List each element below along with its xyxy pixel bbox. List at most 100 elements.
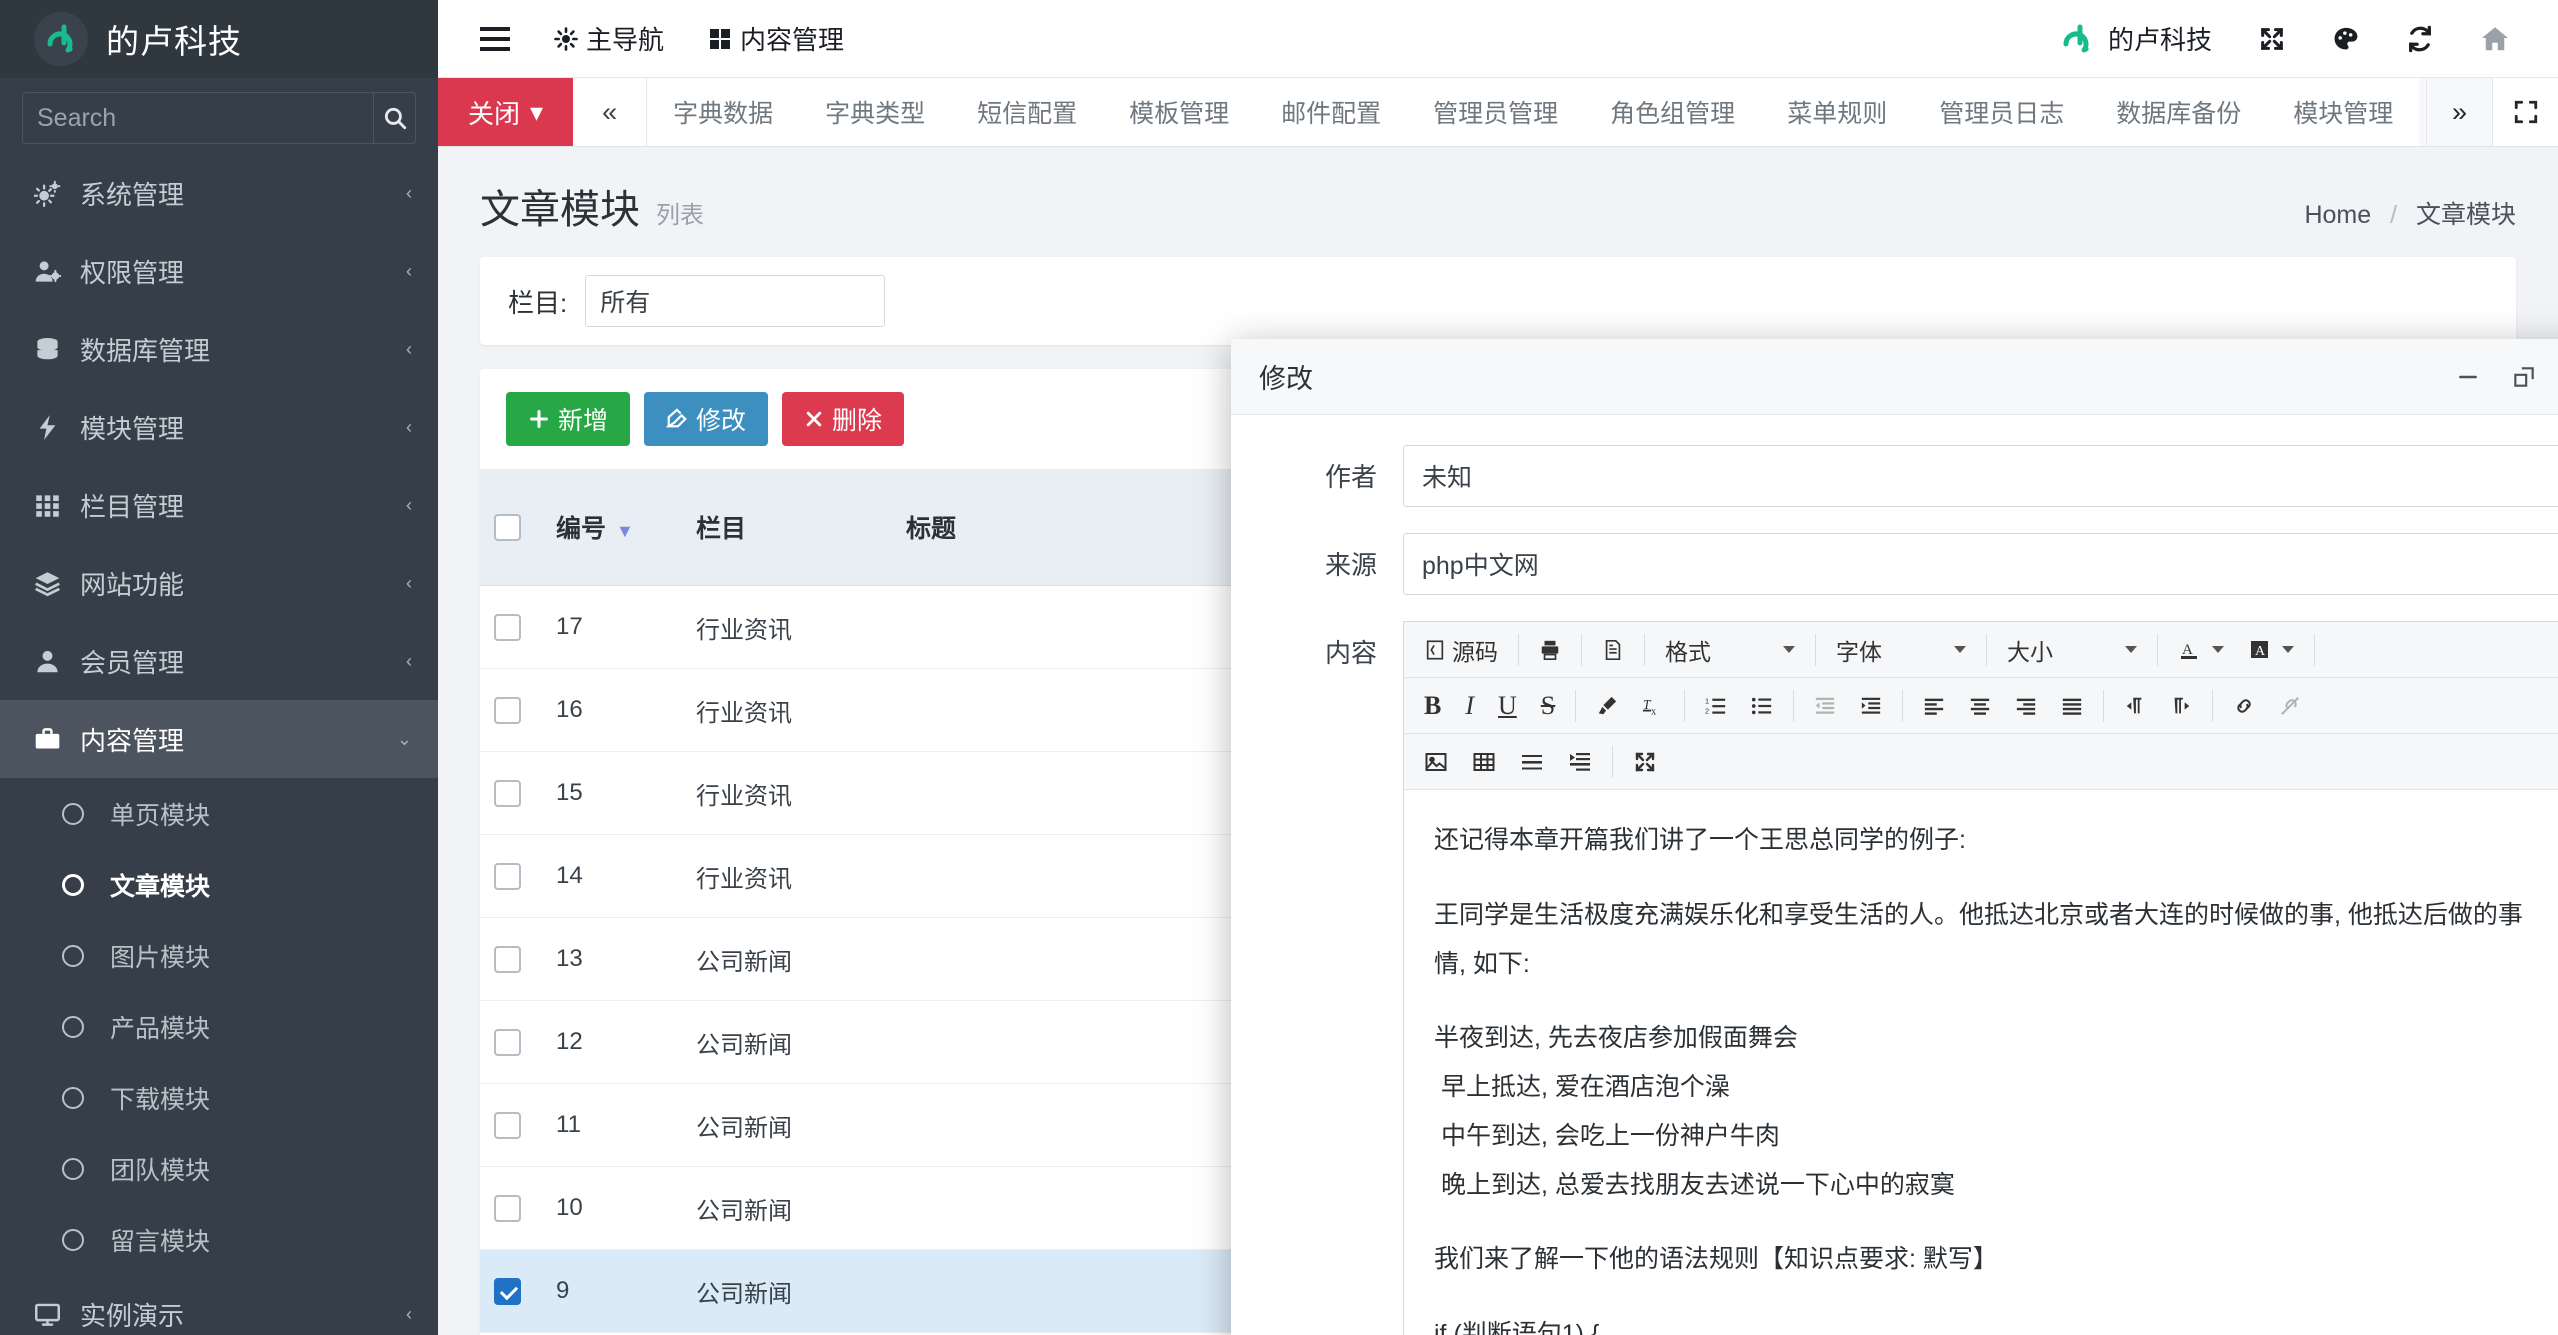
delete-button-label: 删除 (832, 407, 883, 435)
tab-item[interactable]: 字典数据 (647, 78, 800, 146)
breadcrumb-home[interactable]: Home (2304, 201, 2371, 229)
sidebar-subitem-label: 文章模块 (110, 872, 211, 901)
refresh-icon[interactable] (2406, 25, 2434, 53)
rtl-button[interactable] (2114, 684, 2156, 728)
bg-color-button[interactable]: A (2238, 628, 2304, 672)
tab-item[interactable]: 模块管理 (2267, 78, 2420, 146)
sidebar-item-content[interactable]: 内容管理 ⌄ (0, 700, 438, 778)
sidebar-item-website[interactable]: 网站功能 ‹ (0, 544, 438, 622)
add-button[interactable]: 新增 (506, 392, 631, 446)
col-id[interactable]: 编号 ▼ (542, 469, 682, 586)
image-button[interactable] (1414, 740, 1458, 784)
sidebar-subitem-image[interactable]: 图片模块 (0, 920, 438, 991)
text-color-button[interactable]: A (2168, 628, 2234, 672)
editor-content[interactable]: 还记得本章开篇我们讲了一个王思总同学的例子: 王同学是生活极度充满娱乐化和享受生… (1404, 790, 2558, 1335)
sidebar-subitem-team[interactable]: 团队模块 (0, 1133, 438, 1204)
table-button[interactable] (1462, 740, 1506, 784)
template-button[interactable] (1592, 628, 1634, 672)
bold-button[interactable]: B (1414, 684, 1451, 728)
tab-prev-button[interactable]: « (573, 78, 648, 146)
pagebreak-button[interactable] (1558, 740, 1602, 784)
delete-button[interactable]: 删除 (782, 392, 905, 446)
indent-button[interactable] (1850, 684, 1892, 728)
row-checkbox[interactable] (494, 1029, 521, 1057)
align-right-button[interactable] (2005, 684, 2047, 728)
tab-next-button[interactable]: » (2426, 78, 2492, 146)
paintbrush-button[interactable] (1586, 684, 1628, 728)
search-button[interactable] (373, 93, 415, 143)
strikethrough-button[interactable]: S (1531, 684, 1565, 728)
row-checkbox[interactable] (494, 1195, 521, 1223)
sidebar-item-module[interactable]: 模块管理 ‹ (0, 388, 438, 466)
row-checkbox[interactable] (494, 614, 521, 642)
sidebar-subitem-single-page[interactable]: 单页模块 (0, 778, 438, 849)
align-left-button[interactable] (1913, 684, 1955, 728)
sidebar-subitem-product[interactable]: 产品模块 (0, 991, 438, 1062)
link-button[interactable] (2223, 684, 2265, 728)
row-checkbox[interactable] (494, 946, 521, 974)
source-button[interactable]: 源码 (1414, 628, 1508, 672)
header-nav-main[interactable]: 主导航 (554, 20, 664, 57)
row-checkbox[interactable] (494, 863, 521, 891)
hr-button[interactable] (1510, 740, 1554, 784)
header-brand[interactable]: 的卢科技 (2060, 20, 2212, 57)
cell-column: 行业资讯 (682, 668, 892, 752)
col-column[interactable]: 栏目 (682, 469, 892, 586)
tab-item[interactable]: 数据库备份 (2090, 78, 2268, 146)
sidebar-item-permission[interactable]: 权限管理 ‹ (0, 232, 438, 310)
row-checkbox[interactable] (494, 1278, 521, 1306)
sidebar-subitem-message[interactable]: 留言模块 (0, 1204, 438, 1275)
tab-item[interactable]: 短信配置 (951, 78, 1104, 146)
tab-item[interactable]: 管理员管理 (1407, 78, 1585, 146)
tab-item[interactable]: 模板管理 (1103, 78, 1256, 146)
sidebar-subitem-download[interactable]: 下载模块 (0, 1062, 438, 1133)
tab-item[interactable]: 管理员日志 (1913, 78, 2091, 146)
palette-icon[interactable] (2332, 25, 2360, 53)
sidebar-item-column[interactable]: 栏目管理 ‹ (0, 466, 438, 544)
image-icon (1424, 750, 1448, 774)
maximize-icon[interactable] (2511, 364, 2537, 390)
sidebar-subitem-article[interactable]: 文章模块 (0, 849, 438, 920)
tab-item[interactable]: 邮件配置 (1255, 78, 1408, 146)
sidebar-item-system[interactable]: 系统管理 ‹ (0, 154, 438, 232)
font-select[interactable]: 字体 (1826, 628, 1976, 672)
outdent-button[interactable] (1804, 684, 1846, 728)
remove-format-button[interactable]: Tx (1632, 684, 1674, 728)
row-checkbox[interactable] (494, 780, 521, 808)
sidebar-item-demo[interactable]: 实例演示 ‹ (0, 1275, 438, 1335)
header-nav-content[interactable]: 内容管理 (708, 20, 844, 57)
row-checkbox[interactable] (494, 1112, 521, 1140)
home-icon[interactable] (2480, 24, 2510, 54)
tab-item[interactable]: 角色组管理 (1584, 78, 1762, 146)
tab-fullscreen-button[interactable] (2492, 78, 2558, 146)
row-checkbox[interactable] (494, 697, 521, 725)
tab-item[interactable]: 菜单规则 (1761, 78, 1914, 146)
align-center-button[interactable] (1959, 684, 2001, 728)
search-input[interactable] (23, 93, 373, 143)
sidebar-item-database[interactable]: 数据库管理 ‹ (0, 310, 438, 388)
print-button[interactable] (1529, 628, 1571, 672)
underline-button[interactable]: U (1488, 684, 1527, 728)
minimize-icon[interactable] (2455, 364, 2481, 390)
expand-icon[interactable] (2258, 25, 2286, 53)
bullet-list-button[interactable] (1741, 684, 1783, 728)
ltr-button[interactable] (2160, 684, 2202, 728)
ordered-list-button[interactable]: 12 (1695, 684, 1737, 728)
size-select[interactable]: 大小 (1997, 628, 2147, 672)
source-field[interactable]: php中文网 (1403, 533, 2558, 595)
select-all-checkbox[interactable] (494, 514, 521, 542)
column-filter-select[interactable]: 所有 (585, 275, 886, 327)
format-select[interactable]: 格式 (1655, 628, 1805, 672)
maximize-editor-button[interactable] (1623, 740, 1667, 784)
author-field[interactable]: 未知 (1403, 445, 2558, 507)
sidebar-brand[interactable]: 的卢科技 (0, 0, 438, 78)
italic-button[interactable]: I (1455, 684, 1484, 728)
align-justify-button[interactable] (2051, 684, 2093, 728)
cell-id: 13 (542, 917, 682, 1001)
sidebar-item-member[interactable]: 会员管理 ‹ (0, 622, 438, 700)
modify-button[interactable]: 修改 (644, 392, 769, 446)
unlink-button[interactable] (2269, 684, 2311, 728)
tab-item[interactable]: 字典类型 (799, 78, 952, 146)
menu-icon[interactable] (480, 26, 510, 51)
tab-close-dropdown[interactable]: 关闭 ▾ (438, 78, 574, 146)
